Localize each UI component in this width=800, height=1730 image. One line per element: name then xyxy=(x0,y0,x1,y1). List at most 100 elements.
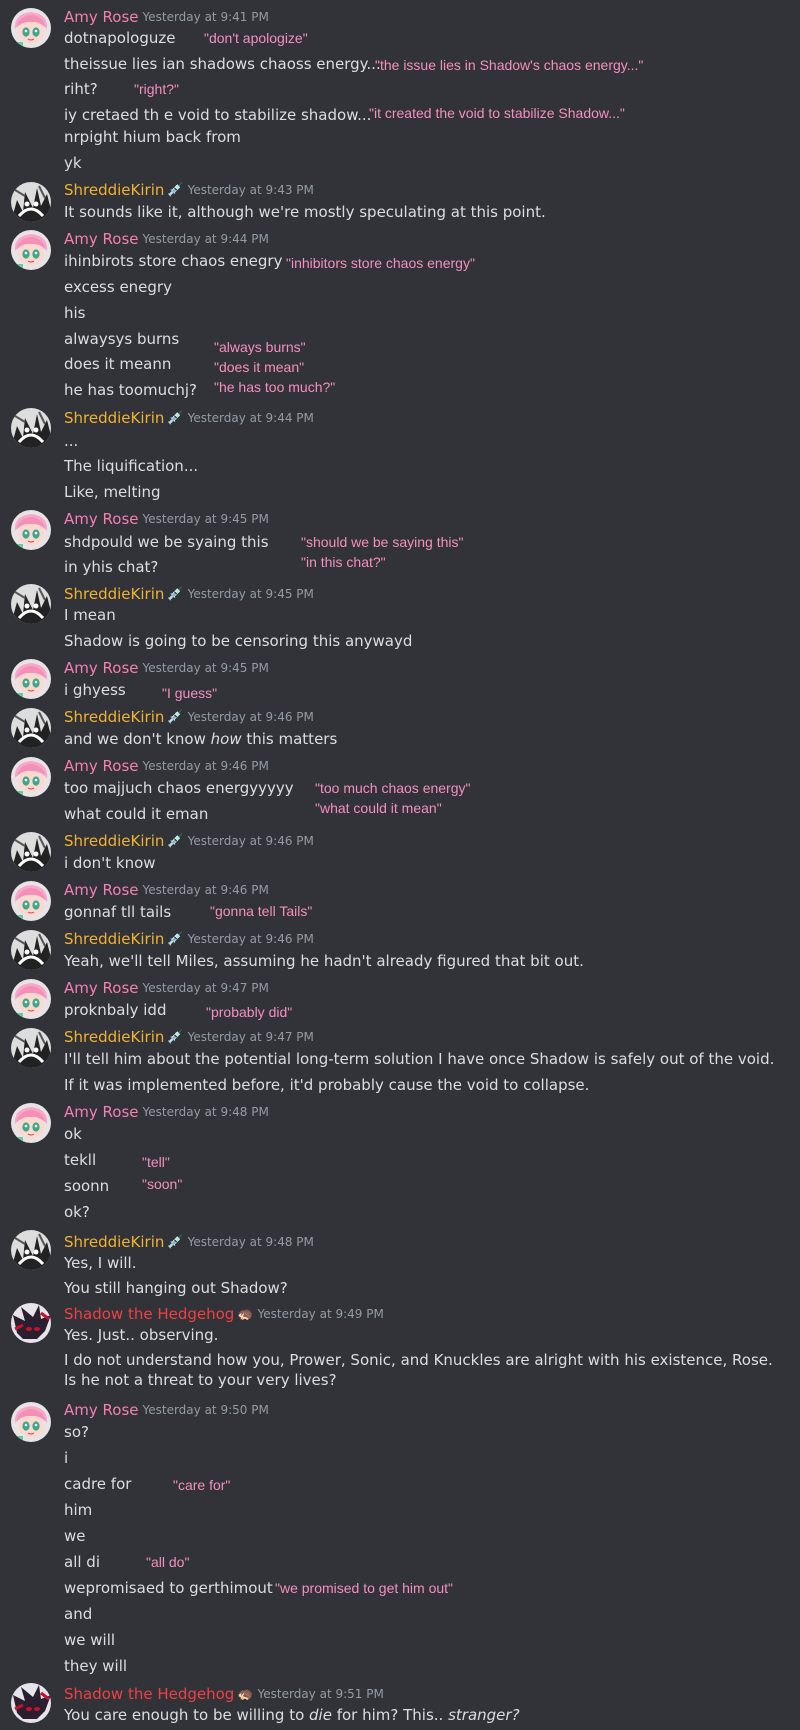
annotation: "in this chat?" xyxy=(301,554,386,570)
timestamp[interactable]: Yesterday at 9:44 PM xyxy=(188,411,314,425)
timestamp[interactable]: Yesterday at 9:41 PM xyxy=(143,10,269,24)
annotation: "don't apologize" xyxy=(204,30,308,46)
timestamp[interactable]: Yesterday at 9:51 PM xyxy=(258,1687,384,1701)
timestamp[interactable]: Yesterday at 9:46 PM xyxy=(188,932,314,946)
username[interactable]: Amy Rose xyxy=(64,881,139,899)
message-line: I'll tell him about the potential long-t… xyxy=(64,1050,775,1068)
shadow-head-icon: 🦔 xyxy=(237,1307,254,1322)
timestamp[interactable]: Yesterday at 9:48 PM xyxy=(143,1105,269,1119)
avatar[interactable] xyxy=(11,1402,51,1442)
avatar[interactable] xyxy=(11,881,51,921)
avatar[interactable] xyxy=(11,408,51,448)
timestamp[interactable]: Yesterday at 9:46 PM xyxy=(188,834,314,848)
username[interactable]: Amy Rose xyxy=(64,659,139,677)
username[interactable]: ShreddieKirin xyxy=(64,585,164,603)
syringe-icon: 💉 xyxy=(167,1235,184,1250)
username[interactable]: Amy Rose xyxy=(64,510,139,528)
timestamp[interactable]: Yesterday at 9:46 PM xyxy=(188,710,314,724)
syringe-icon: 💉 xyxy=(167,183,184,198)
message-header: ShreddieKirin 💉 Yesterday at 9:43 PM xyxy=(64,180,314,199)
username[interactable]: Shadow the Hedgehog xyxy=(64,1685,234,1703)
avatar[interactable] xyxy=(11,1303,51,1343)
message-header: Amy Rose Yesterday at 9:41 PM xyxy=(64,7,269,26)
message-line: ok xyxy=(64,1125,82,1143)
annotation: "all do" xyxy=(146,1554,190,1570)
avatar[interactable] xyxy=(11,1028,51,1068)
avatar[interactable] xyxy=(11,1103,51,1143)
message-line: If it was implemented before, it'd proba… xyxy=(64,1076,590,1094)
username[interactable]: ShreddieKirin xyxy=(64,409,164,427)
username[interactable]: ShreddieKirin xyxy=(64,930,164,948)
avatar[interactable] xyxy=(11,659,51,699)
avatar[interactable] xyxy=(11,979,51,1019)
username[interactable]: Amy Rose xyxy=(64,1401,139,1419)
timestamp[interactable]: Yesterday at 9:43 PM xyxy=(188,183,314,197)
avatar[interactable] xyxy=(11,1683,51,1723)
avatar[interactable] xyxy=(11,230,51,270)
message-line: ok? xyxy=(64,1203,90,1221)
avatar[interactable] xyxy=(11,584,51,624)
message-header: ShreddieKirin 💉 Yesterday at 9:46 PM xyxy=(64,707,314,726)
message-header: ShreddieKirin 💉 Yesterday at 9:46 PM xyxy=(64,929,314,948)
avatar[interactable] xyxy=(11,832,51,872)
message-line: too majjuch chaos energyyyyy xyxy=(64,779,294,797)
annotation: "what could it mean" xyxy=(315,800,442,816)
timestamp[interactable]: Yesterday at 9:49 PM xyxy=(258,1307,384,1321)
message-line: they will xyxy=(64,1657,128,1675)
annotation: "too much chaos energy" xyxy=(315,780,471,796)
syringe-icon: 💉 xyxy=(167,710,184,725)
avatar[interactable] xyxy=(11,708,51,748)
message-header: ShreddieKirin 💉 Yesterday at 9:48 PM xyxy=(64,1232,314,1251)
username[interactable]: Shadow the Hedgehog xyxy=(64,1305,234,1323)
message-line: ihinbirots store chaos enegry xyxy=(64,252,283,270)
avatar[interactable] xyxy=(11,8,51,48)
timestamp[interactable]: Yesterday at 9:45 PM xyxy=(143,661,269,675)
avatar[interactable] xyxy=(11,1230,51,1270)
timestamp[interactable]: Yesterday at 9:47 PM xyxy=(188,1030,314,1044)
shadow-head-icon: 🦔 xyxy=(237,1687,254,1702)
username[interactable]: Amy Rose xyxy=(64,230,139,248)
message-header: Amy Rose Yesterday at 9:46 PM xyxy=(64,880,269,899)
username[interactable]: Amy Rose xyxy=(64,1103,139,1121)
message-line: You care enough to be willing to die for… xyxy=(64,1706,520,1724)
username[interactable]: Amy Rose xyxy=(64,757,139,775)
message-line: You still hanging out Shadow? xyxy=(64,1279,288,1297)
timestamp[interactable]: Yesterday at 9:47 PM xyxy=(143,981,269,995)
timestamp[interactable]: Yesterday at 9:46 PM xyxy=(143,759,269,773)
message-line: The liquification... xyxy=(64,457,199,475)
timestamp[interactable]: Yesterday at 9:45 PM xyxy=(188,587,314,601)
avatar[interactable] xyxy=(11,182,51,222)
username[interactable]: ShreddieKirin xyxy=(64,832,164,850)
username[interactable]: ShreddieKirin xyxy=(64,181,164,199)
message-header: Amy Rose Yesterday at 9:47 PM xyxy=(64,978,269,997)
timestamp[interactable]: Yesterday at 9:50 PM xyxy=(143,1403,269,1417)
avatar[interactable] xyxy=(11,510,51,550)
message-header: ShreddieKirin 💉 Yesterday at 9:46 PM xyxy=(64,831,314,850)
annotation: "always burns" xyxy=(214,339,306,355)
syringe-icon: 💉 xyxy=(167,1030,184,1045)
message-line: Shadow is going to be censoring this any… xyxy=(64,632,413,650)
timestamp[interactable]: Yesterday at 9:46 PM xyxy=(143,883,269,897)
message-line: we xyxy=(64,1527,86,1545)
username[interactable]: Amy Rose xyxy=(64,8,139,26)
timestamp[interactable]: Yesterday at 9:45 PM xyxy=(143,512,269,526)
avatar[interactable] xyxy=(11,930,51,970)
avatar[interactable] xyxy=(11,757,51,797)
username[interactable]: Amy Rose xyxy=(64,979,139,997)
message-line: tekll xyxy=(64,1151,97,1169)
username[interactable]: ShreddieKirin xyxy=(64,708,164,726)
syringe-icon: 💉 xyxy=(167,932,184,947)
syringe-icon: 💉 xyxy=(167,587,184,602)
message-line: all di xyxy=(64,1553,100,1571)
message-line: Like, melting xyxy=(64,483,161,501)
username[interactable]: ShreddieKirin xyxy=(64,1233,164,1251)
timestamp[interactable]: Yesterday at 9:48 PM xyxy=(188,1235,314,1249)
message-line: Yeah, we'll tell Miles, assuming he hadn… xyxy=(64,952,584,970)
message-header: Amy Rose Yesterday at 9:48 PM xyxy=(64,1102,269,1121)
message-line: riht? xyxy=(64,80,98,98)
username[interactable]: ShreddieKirin xyxy=(64,1028,164,1046)
timestamp[interactable]: Yesterday at 9:44 PM xyxy=(143,232,269,246)
annotation: "it created the void to stabilize Shadow… xyxy=(369,105,625,121)
message-line: wepromisaed to gerthimout xyxy=(64,1579,273,1597)
annotation: "should we be saying this" xyxy=(301,534,464,550)
